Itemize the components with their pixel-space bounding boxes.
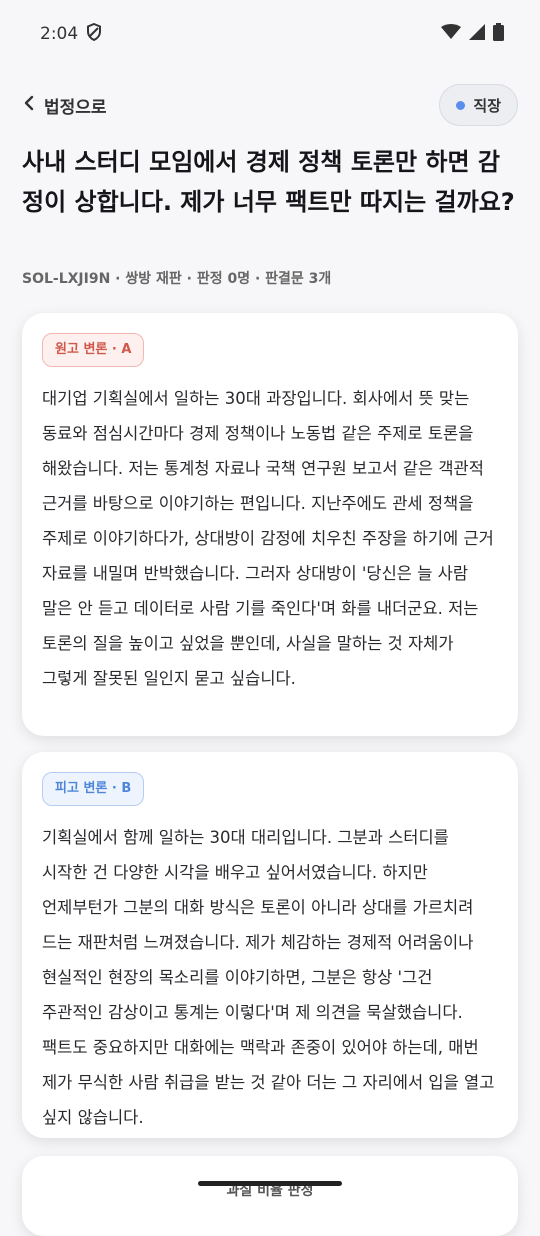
status-bar: 2:04 — [0, 0, 540, 68]
status-right — [441, 23, 504, 45]
category-chip[interactable]: 직장 — [439, 84, 518, 126]
defendant-argument-card: 피고 변론 · B 기획실에서 함께 일하는 30대 대리입니다. 그분과 스터… — [22, 752, 518, 1138]
signal-icon — [469, 24, 485, 44]
battery-icon — [493, 23, 504, 45]
wifi-icon — [441, 24, 461, 44]
plaintiff-badge: 원고 변론 · A — [42, 333, 145, 367]
status-time: 2:04 — [40, 24, 79, 44]
category-label: 직장 — [473, 96, 501, 115]
top-nav-bar: 법정으로 직장 — [0, 82, 540, 128]
plaintiff-argument-card: 원고 변론 · A 대기업 기획실에서 일하는 30대 과장입니다. 회사에서 … — [22, 313, 518, 736]
chevron-left-icon — [22, 95, 36, 116]
defendant-badge: 피고 변론 · B — [42, 772, 145, 806]
status-left: 2:04 — [40, 22, 102, 46]
back-label: 법정으로 — [44, 97, 107, 118]
category-dot-icon — [456, 100, 466, 110]
back-button[interactable]: 법정으로 — [22, 93, 107, 118]
home-indicator[interactable] — [198, 1181, 342, 1186]
verdict-card: 과실 비율 판정 — [22, 1156, 518, 1236]
post-title: 사내 스터디 모임에서 경제 정책 토론만 하면 감정이 상합니다. 제가 너무… — [22, 148, 515, 216]
defendant-argument-text: 기획실에서 함께 일하는 30대 대리입니다. 그분과 스터디를 시작한 건 다… — [42, 828, 495, 1127]
shield-icon — [86, 22, 102, 46]
plaintiff-argument-text: 대기업 기획실에서 일하는 30대 과장입니다. 회사에서 뜻 맞는 동료와 점… — [42, 389, 494, 688]
post-meta: SOL-LXJI9N · 쌍방 재판 · 판정 0명 · 판결문 3개 — [22, 271, 332, 287]
